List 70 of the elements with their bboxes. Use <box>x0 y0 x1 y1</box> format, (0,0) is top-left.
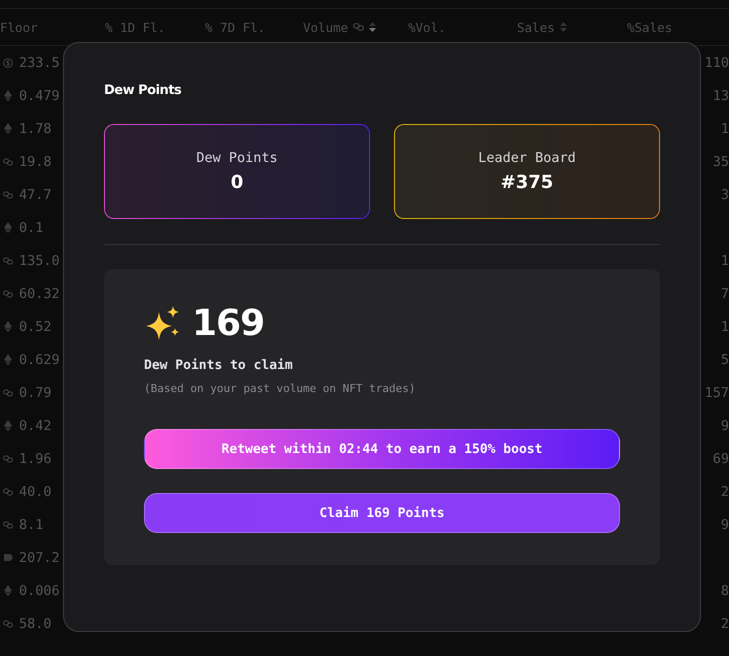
sales-percent: 35 <box>712 154 729 170</box>
sales-percent: 1 <box>720 318 729 334</box>
retweet-button[interactable]: Retweet within 02:44 to earn a 150% boost <box>144 429 620 469</box>
floor-price: 1.96 <box>19 450 52 466</box>
sales-percent: 69 <box>712 450 729 466</box>
ethereum-icon <box>4 90 12 101</box>
floor-price: 0.52 <box>19 318 52 334</box>
sort-icon[interactable] <box>369 22 376 32</box>
ethereum-icon <box>4 222 12 233</box>
floor-price: 60.32 <box>19 286 60 302</box>
sales-percent: 110 <box>704 54 729 70</box>
sales-percent: 13 <box>712 88 729 104</box>
ethereum-icon <box>4 420 12 431</box>
link-icon <box>3 158 13 166</box>
column-header[interactable]: % 7D Fl. <box>205 20 266 34</box>
stat-label: Leader Board <box>478 150 576 166</box>
claim-note: (Based on your past volume on NFT trades) <box>144 382 417 395</box>
ethereum-icon <box>4 354 12 365</box>
floor-price: 0.629 <box>19 352 60 368</box>
floor-price: 1.78 <box>19 120 52 136</box>
claim-label: Dew Points to claim <box>144 358 294 373</box>
sales-percent: 8 <box>720 582 729 598</box>
sales-percent: 9 <box>720 418 729 434</box>
floor-price: 0.1 <box>19 220 44 236</box>
stat-label: Dew Points <box>196 150 278 166</box>
column-header[interactable]: Floor <box>0 20 38 34</box>
floor-price: 0.42 <box>19 418 52 434</box>
link-icon <box>3 190 13 198</box>
modal-title: Dew Points <box>104 83 182 98</box>
floor-price: 40.0 <box>19 484 52 500</box>
token-icon <box>3 553 13 562</box>
link-icon <box>3 290 13 298</box>
sales-percent: 5 <box>720 352 729 368</box>
sales-percent: 157 <box>704 384 729 400</box>
column-header[interactable]: Sales <box>517 20 555 34</box>
coin-icon <box>3 58 13 68</box>
link-icon <box>3 256 13 264</box>
link-icon <box>3 454 13 462</box>
sales-percent: 7 <box>720 286 729 302</box>
claim-button[interactable]: Claim 169 Points <box>144 493 620 533</box>
floor-price: 207.2 <box>19 550 60 566</box>
sales-percent: 1 <box>720 252 729 268</box>
floor-price: 0.479 <box>19 88 60 104</box>
floor-price: 0.006 <box>19 582 60 598</box>
floor-price: 135.0 <box>19 252 60 268</box>
claim-amount: 169 <box>192 303 264 344</box>
link-icon <box>3 620 13 628</box>
floor-price: 58.0 <box>19 616 52 632</box>
link-icon <box>3 388 13 396</box>
ethereum-icon <box>4 123 12 134</box>
floor-price: 47.7 <box>19 186 52 202</box>
sales-percent: 9 <box>720 516 729 532</box>
column-header[interactable]: % 1D Fl. <box>105 20 166 34</box>
ethereum-icon <box>4 585 12 596</box>
sales-percent: 3 <box>720 186 729 202</box>
column-header[interactable]: Volume <box>303 20 348 34</box>
floor-price: 8.1 <box>19 516 44 532</box>
floor-price: 19.8 <box>19 154 52 170</box>
link-icon <box>3 520 13 528</box>
stat-value: #375 <box>500 172 554 193</box>
floor-price: 233.5 <box>19 54 60 70</box>
column-header[interactable]: %Sales <box>627 20 672 34</box>
floor-price: 0.79 <box>19 384 52 400</box>
sales-percent: 1 <box>720 120 729 136</box>
column-header[interactable]: %Vol. <box>408 20 446 34</box>
stat-value: 0 <box>230 172 244 193</box>
link-icon <box>3 488 13 496</box>
sales-percent: 2 <box>720 484 729 500</box>
ethereum-icon <box>4 321 12 332</box>
sales-percent: 2 <box>720 616 729 632</box>
